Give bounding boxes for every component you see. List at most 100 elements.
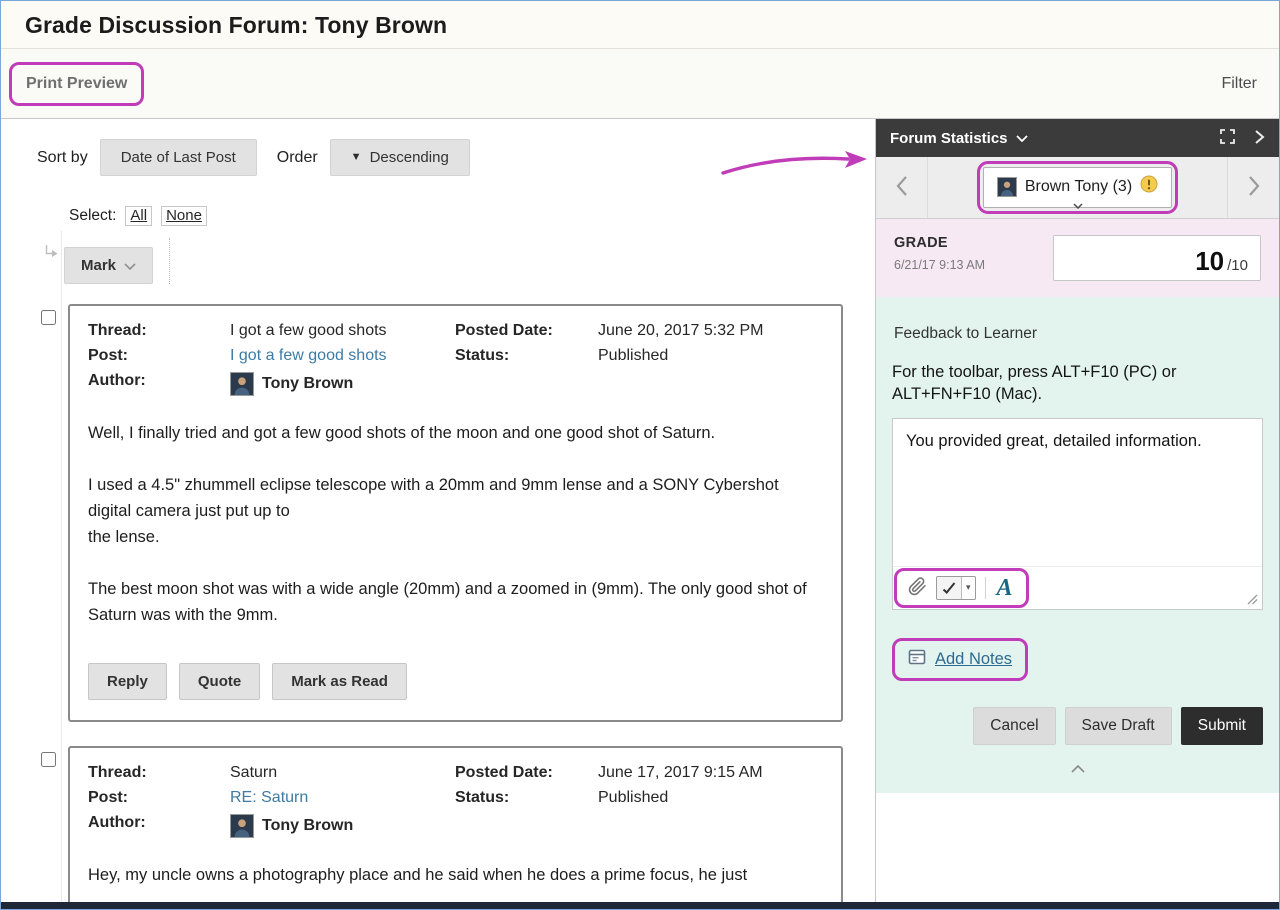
- post-row: Thread: I got a few good shots Posted Da…: [41, 304, 875, 722]
- post-label: Post:: [88, 789, 230, 807]
- posted-date-label: Posted Date:: [455, 322, 598, 340]
- add-notes-highlight: Add Notes: [892, 638, 1028, 681]
- select-row: Select: All None: [69, 206, 875, 226]
- status-label: Status:: [455, 347, 598, 365]
- needs-grading-icon: [1140, 175, 1158, 198]
- grade-section: GRADE 6/21/17 9:13 AM /10: [876, 219, 1279, 297]
- editor-toolbar: ▾ A: [893, 566, 1262, 609]
- expand-panel-button[interactable]: [1219, 128, 1236, 148]
- grading-panel: Forum Statistics: [875, 119, 1279, 909]
- print-preview-highlight: Print Preview: [9, 62, 144, 106]
- posted-date-value: June 17, 2017 9:15 AM: [598, 764, 823, 782]
- select-all-link[interactable]: All: [125, 206, 152, 226]
- chevron-down-icon: [124, 257, 136, 274]
- status-label: Status:: [455, 789, 598, 807]
- order-label: Order: [277, 149, 318, 167]
- filter-button[interactable]: Filter: [1221, 75, 1257, 93]
- post-body: Well, I finally tried and got a few good…: [88, 420, 823, 629]
- author-name: Tony Brown: [262, 817, 353, 835]
- posted-date-label: Posted Date:: [455, 764, 598, 782]
- student-name: Brown Tony (3): [1025, 178, 1132, 196]
- posts-column: Sort by Date of Last Post Order ▼ Descen…: [1, 119, 875, 909]
- sort-by-label: Sort by: [37, 149, 88, 167]
- author-name: Tony Brown: [262, 375, 353, 393]
- mark-as-read-button[interactable]: Mark as Read: [272, 663, 407, 700]
- post-meta: Thread: Saturn Posted Date: June 17, 201…: [88, 764, 823, 838]
- reply-button[interactable]: Reply: [88, 663, 167, 700]
- add-notes-link[interactable]: Add Notes: [935, 650, 1012, 669]
- next-student-button[interactable]: [1227, 157, 1279, 218]
- post-meta: Thread: I got a few good shots Posted Da…: [88, 322, 823, 396]
- author-cell: Tony Brown: [230, 372, 823, 396]
- grade-info: GRADE 6/21/17 9:13 AM: [894, 235, 1053, 272]
- elbow-arrow-icon: [43, 245, 58, 266]
- post-body: Hey, my uncle owns a photography place a…: [88, 862, 823, 888]
- tree-connector-line: [61, 231, 62, 909]
- descending-icon: ▼: [351, 152, 362, 163]
- sort-by-button[interactable]: Date of Last Post: [100, 139, 257, 176]
- spellcheck-button[interactable]: ▾: [936, 576, 976, 600]
- mark-row: Mark: [43, 238, 875, 284]
- post-row: Thread: Saturn Posted Date: June 17, 201…: [41, 746, 875, 910]
- student-selector-highlight: Brown Tony (3): [977, 161, 1178, 214]
- editor-tools-highlight: ▾ A: [894, 568, 1029, 608]
- window-bottom-edge: [1, 902, 1279, 909]
- thread-value: I got a few good shots: [230, 322, 455, 340]
- quote-button[interactable]: Quote: [179, 663, 260, 700]
- previous-student-button[interactable]: [876, 157, 928, 218]
- student-avatar: [997, 177, 1017, 197]
- chevron-left-icon: [896, 175, 908, 200]
- panel-header-icons: [1219, 128, 1265, 148]
- posted-date-value: June 20, 2017 5:32 PM: [598, 322, 823, 340]
- chevron-right-icon: [1248, 175, 1260, 200]
- post-select-checkbox[interactable]: [41, 752, 56, 767]
- toolbar-separator: [985, 577, 986, 599]
- collapse-grading-button[interactable]: [1065, 760, 1091, 777]
- title-bar: Grade Discussion Forum: Tony Brown: [1, 1, 1279, 49]
- forum-statistics-title: Forum Statistics: [890, 130, 1008, 147]
- thread-label: Thread:: [88, 322, 230, 340]
- post-card: Thread: I got a few good shots Posted Da…: [68, 304, 843, 722]
- forum-statistics-header: Forum Statistics: [876, 119, 1279, 157]
- grade-timestamp: 6/21/17 9:13 AM: [894, 258, 1053, 272]
- select-none-link[interactable]: None: [161, 206, 207, 226]
- chevron-down-icon: [1073, 203, 1083, 209]
- post-select-checkbox[interactable]: [41, 310, 56, 325]
- editor-toolbar-hint: For the toolbar, press ALT+F10 (PC) or A…: [892, 362, 1263, 406]
- attach-file-button[interactable]: [908, 577, 927, 599]
- status-value: Published: [598, 347, 823, 365]
- post-actions: Reply Quote Mark as Read: [88, 663, 823, 700]
- post-title-link[interactable]: I got a few good shots: [230, 347, 455, 365]
- spellcheck-dropdown-arrow[interactable]: ▾: [961, 577, 975, 599]
- print-preview-button[interactable]: Print Preview: [16, 68, 137, 100]
- grade-out-of: /10: [1227, 257, 1248, 274]
- grade-discussion-page: Grade Discussion Forum: Tony Brown Print…: [0, 0, 1280, 910]
- post-title-link[interactable]: RE: Saturn: [230, 789, 455, 807]
- expand-icon: [1219, 128, 1236, 148]
- grade-input[interactable]: [1172, 246, 1224, 277]
- editor-resize-handle[interactable]: [1247, 594, 1258, 605]
- thread-value: Saturn: [230, 764, 455, 782]
- feedback-to-learner-label: Feedback to Learner: [894, 325, 1263, 343]
- order-button[interactable]: ▼ Descending: [330, 139, 470, 176]
- feedback-text-area[interactable]: You provided great, detailed information…: [893, 419, 1262, 464]
- student-selector-button[interactable]: Brown Tony (3): [983, 167, 1172, 208]
- page-title: Grade Discussion Forum: Tony Brown: [25, 12, 1255, 39]
- panel-filler: [876, 793, 1279, 909]
- order-value: Descending: [370, 149, 449, 166]
- collapse-panel-button[interactable]: [1254, 129, 1265, 148]
- cancel-button[interactable]: Cancel: [973, 707, 1055, 745]
- save-draft-button[interactable]: Save Draft: [1065, 707, 1172, 745]
- sort-row: Sort by Date of Last Post Order ▼ Descen…: [37, 139, 875, 176]
- text-editor-icon[interactable]: A: [995, 576, 1015, 600]
- add-notes-icon: [908, 648, 926, 671]
- mark-divider: [169, 238, 170, 284]
- chevron-up-icon: [1071, 761, 1085, 776]
- author-label: Author:: [88, 814, 230, 838]
- submit-button[interactable]: Submit: [1181, 707, 1263, 745]
- action-bar: Print Preview Filter: [1, 49, 1279, 119]
- author-avatar: [230, 814, 254, 838]
- mark-button[interactable]: Mark: [64, 247, 153, 284]
- student-navigation: Brown Tony (3): [876, 157, 1279, 219]
- forum-statistics-toggle[interactable]: Forum Statistics: [890, 129, 1028, 147]
